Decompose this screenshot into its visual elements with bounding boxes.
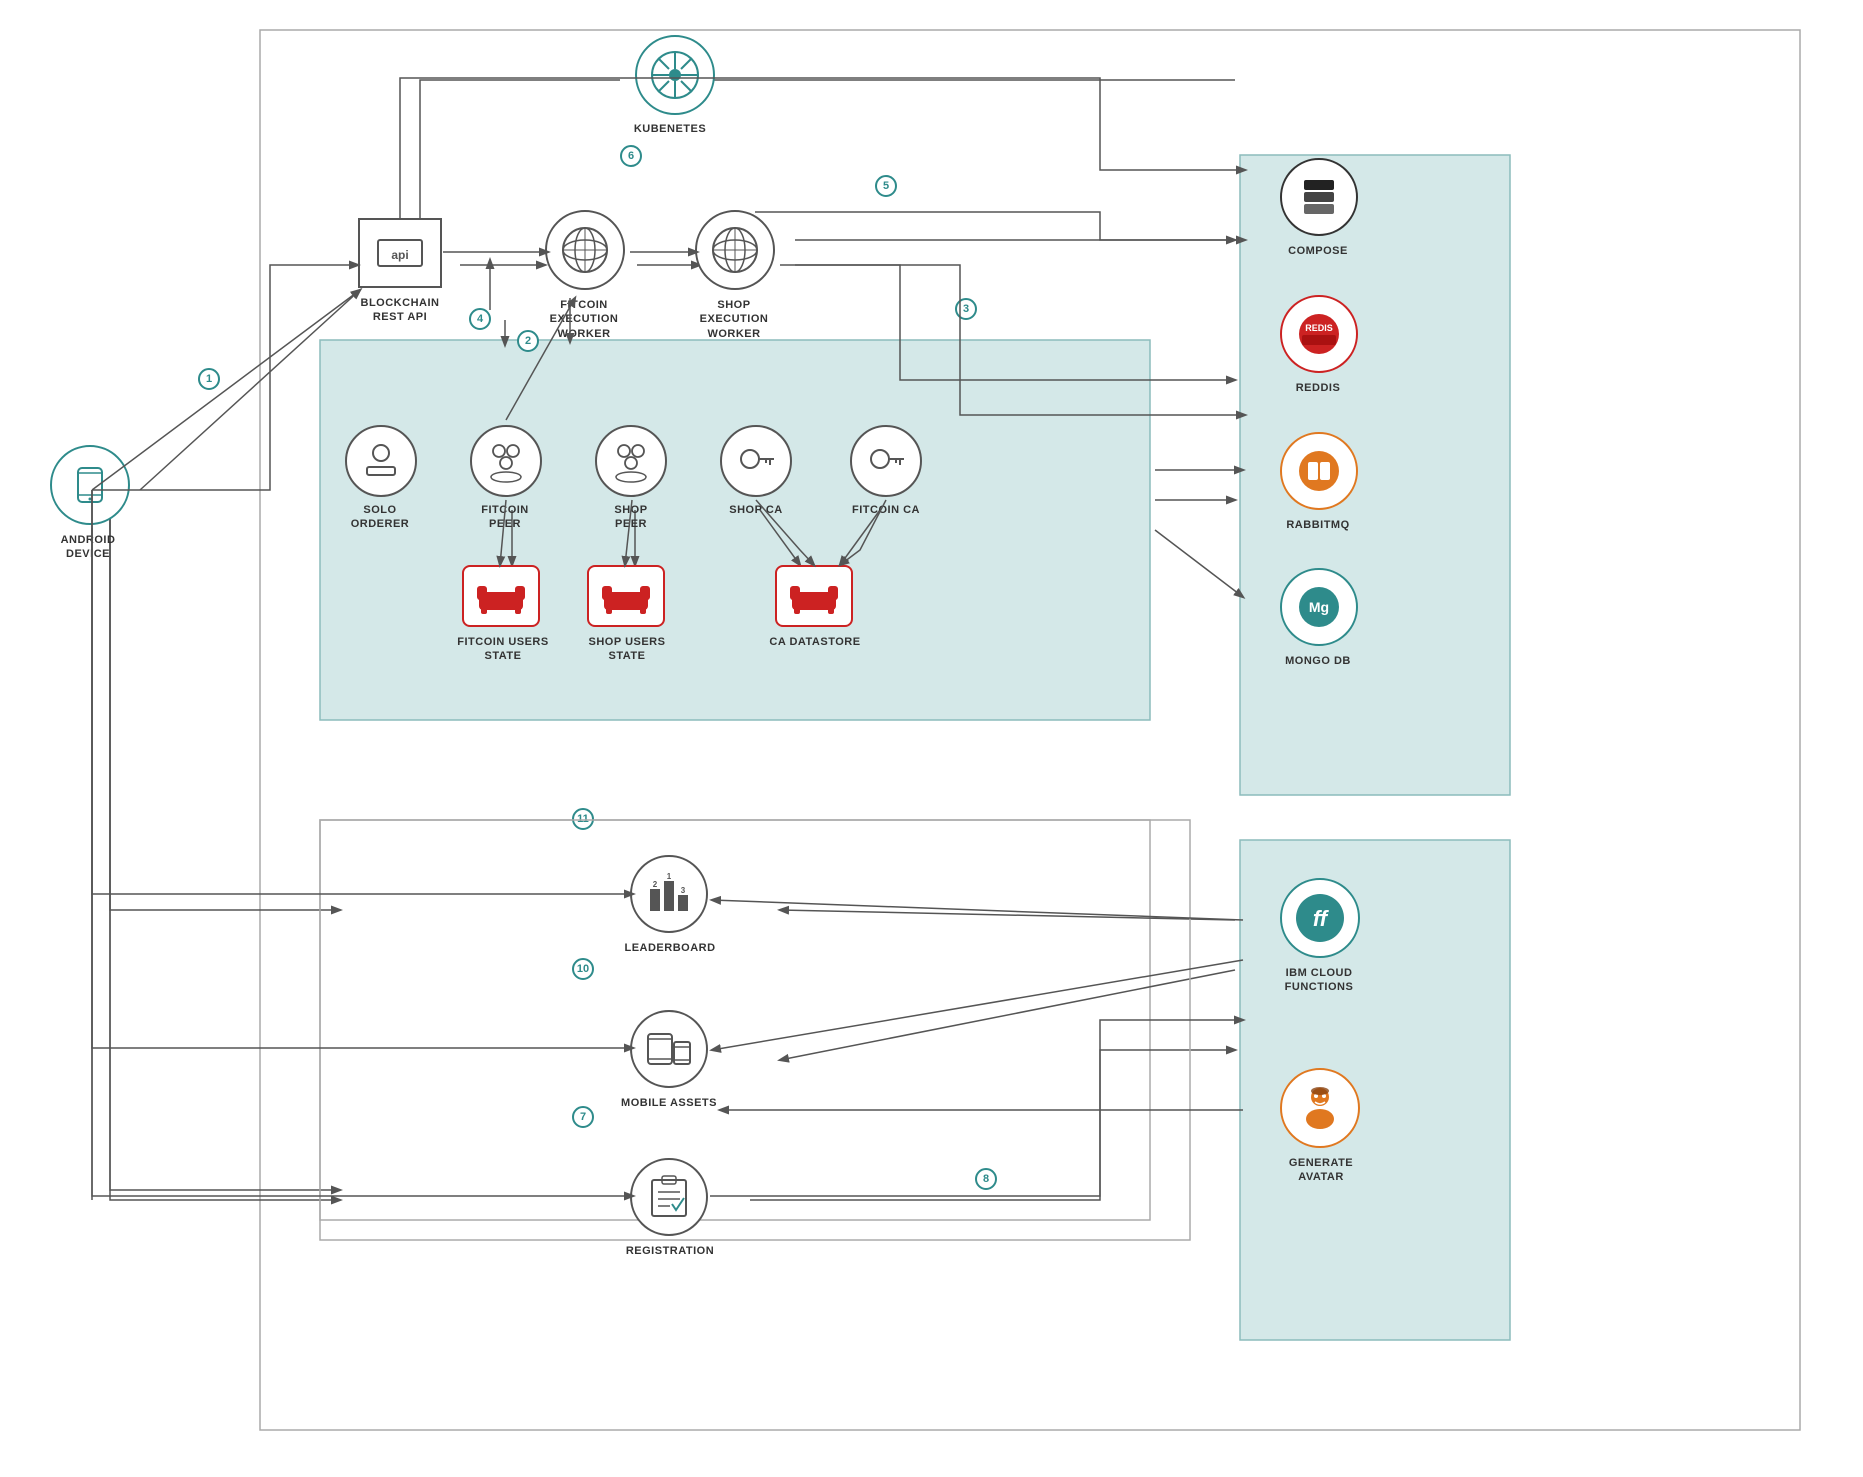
badge-11: 11 [572,808,594,830]
kubernetes-icon [635,35,715,115]
rabbitmq-icon [1280,432,1358,510]
shop-peer-label: SHOPPEER [577,503,685,532]
redis-label: REDDIS [1258,381,1378,395]
shop-ca-icon [720,425,792,497]
redis-icon: REDIS [1280,295,1358,373]
registration-icon [630,1158,708,1236]
ca-datastore-icon [775,565,853,627]
ibm-functions-icon: ff [1280,878,1360,958]
svg-text:2: 2 [653,880,658,889]
badge-10: 10 [572,958,594,980]
mobile-assets-label: MOBILE ASSETS [597,1096,741,1110]
arrows-layer [0,0,1863,1477]
generate-avatar-label: GENERATEAVATAR [1257,1156,1385,1185]
badge-5: 5 [875,175,897,197]
svg-text:REDIS: REDIS [1305,323,1333,333]
lines-overlay [0,0,1863,1477]
shop-state-label: SHOP USERSSTATE [563,635,691,664]
fitcoin-state-label: FITCOIN USERSSTATE [438,635,568,664]
compose-icon [1280,158,1358,236]
shop-ca-label: SHOP CA [706,503,806,517]
ibm-functions-label: IBM CLOUDFUNCTIONS [1255,966,1383,995]
leaderboard-icon: 2 1 3 [630,855,708,933]
badge-7: 7 [572,1106,594,1128]
shop-worker-label: SHOPEXECUTIONWORKER [669,298,799,341]
badge-4: 4 [469,308,491,330]
fitcoin-ca-icon [850,425,922,497]
rabbitmq-label: RABBITMQ [1258,518,1378,532]
fitcoin-worker-icon [545,210,625,290]
fitcoin-worker-label: FITCOINEXECUTIONWORKER [519,298,649,341]
mobile-assets-icon [630,1010,708,1088]
badge-6: 6 [620,145,642,167]
blockchain-api-icon: api [358,218,442,288]
leaderboard-label: LEADERBOARD [600,941,740,955]
ca-datastore-label: CA DATASTORE [751,635,879,649]
badge-3: 3 [955,298,977,320]
solo-orderer-label: SOLOORDERER [326,503,434,532]
diagram-container: KUBENETES ANDROID DEVICE api BLOCKCHAINR… [0,0,1863,1477]
badge-1: 1 [198,368,220,390]
mongodb-label: MONGO DB [1258,654,1378,668]
badge-8: 8 [975,1168,997,1190]
fitcoin-state-icon [462,565,540,627]
fitcoin-peer-label: FITCOINPEER [451,503,559,532]
blockchain-api-label: BLOCKCHAINREST API [330,296,470,325]
android-icon [50,445,130,525]
compose-label: COMPOSE [1258,244,1378,258]
android-label: ANDROID DEVICE [28,533,148,562]
mongodb-icon: Mg [1280,568,1358,646]
shop-worker-icon [695,210,775,290]
registration-label: REGISTRATION [598,1244,742,1258]
generate-avatar-icon [1280,1068,1360,1148]
kubernetes-label: KUBENETES [610,122,730,136]
svg-text:api: api [391,248,408,262]
fitcoin-ca-label: FITCOIN CA [832,503,940,517]
svg-text:3: 3 [681,886,686,895]
badge-2: 2 [517,330,539,352]
svg-text:Mg: Mg [1309,599,1329,615]
fitcoin-peer-icon [470,425,542,497]
svg-text:1: 1 [667,872,672,881]
shop-state-icon [587,565,665,627]
solo-orderer-icon [345,425,417,497]
shop-peer-icon [595,425,667,497]
